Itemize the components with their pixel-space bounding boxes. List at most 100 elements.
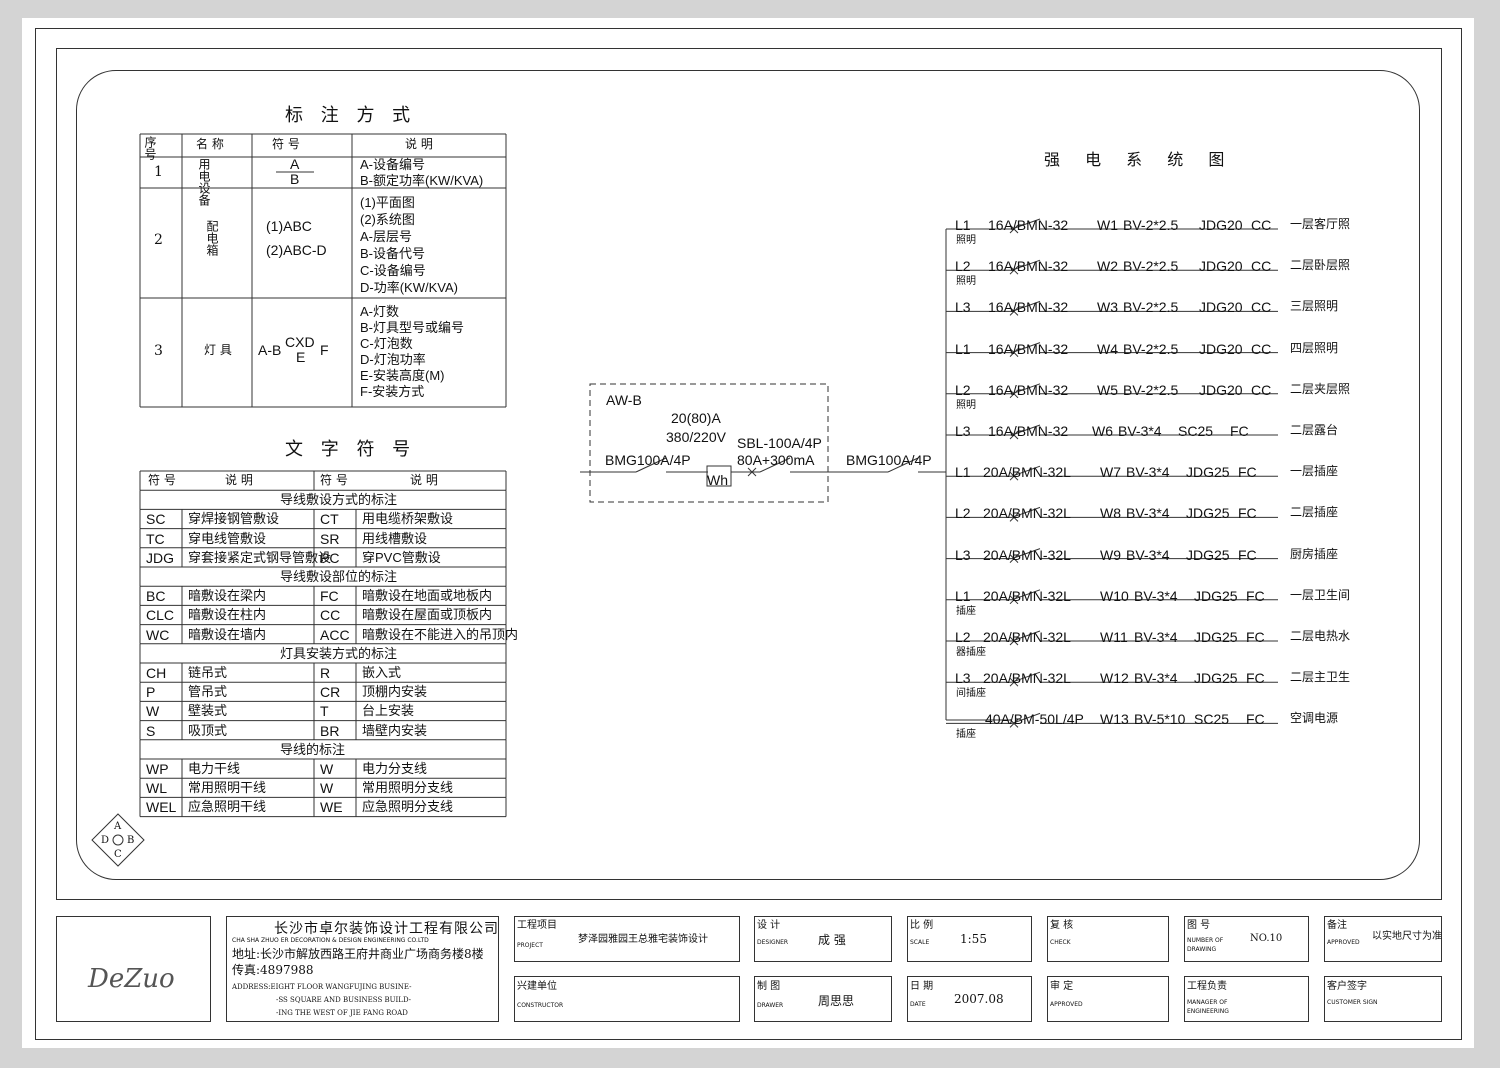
circuit-breaker: 16A/BMN-32	[988, 299, 1069, 316]
circuit-group: 间插座	[956, 688, 986, 700]
symbol-code: CT	[320, 511, 339, 528]
symbol-code: TC	[146, 530, 165, 547]
legend-symbol-bottom: B	[290, 171, 300, 187]
symbol-desc: 吸顶式	[188, 722, 228, 738]
company-address-en: -SS SQUARE AND BUSINESS BUILD-	[276, 996, 412, 1004]
circuit-wire: W3	[1097, 299, 1118, 316]
legend-symbol: CXD	[285, 334, 315, 350]
scale-value: 1:55	[960, 932, 987, 946]
circuit-group: 插座	[956, 605, 976, 617]
circuit-laying: FC	[1246, 587, 1265, 604]
circuit-usage: 二层卧层照	[1290, 258, 1351, 273]
circuit-wire: W10	[1100, 587, 1129, 604]
circuit-pipe: JDG25	[1186, 464, 1230, 481]
compass-label-c: C	[114, 849, 122, 860]
circuit-usage: 四层照明	[1290, 340, 1339, 355]
drawing-number-label: 图 号	[1187, 920, 1211, 931]
client-sign-label-en: CUSTOMER SIGN	[1327, 999, 1378, 1006]
circuit-pipe: JDG25	[1186, 546, 1230, 563]
symbol-code: SR	[320, 530, 340, 547]
circuit-laying: FC	[1246, 711, 1265, 728]
legend-desc-line: B-设备代号	[360, 246, 426, 261]
circuit-breaker: 20A/BMN-32L	[983, 670, 1071, 687]
legend-desc-line: B-额定功率(KW/KVA)	[360, 173, 484, 188]
legend-header-name: 名 称	[196, 137, 224, 151]
circuit-wire: W2	[1097, 258, 1118, 275]
check-label-en: CHECK	[1050, 939, 1071, 946]
symbol-desc: 常用照明分支线	[362, 780, 454, 796]
circuit-breaker: 20A/BMN-32L	[983, 505, 1071, 522]
legend-desc-line: A-灯数	[360, 304, 400, 319]
legend-row-name: 用电设备	[197, 158, 211, 206]
circuit-wire: W1	[1097, 217, 1118, 233]
circuit-phase: L1	[955, 587, 971, 604]
symbol-desc: 暗敷设在不能进入的吊顶内	[362, 626, 519, 642]
circuit-usage: 空调电源	[1290, 711, 1339, 726]
circuit-laying: CC	[1251, 299, 1272, 316]
symbol-code: WC	[146, 626, 170, 643]
circuit-spec: BV-2*2.5	[1123, 340, 1179, 357]
symbol-code: JDG	[146, 549, 174, 566]
section-title: 灯具安装方式的标注	[280, 645, 398, 661]
manager-label: 工程负责	[1187, 981, 1227, 992]
circuit-laying: CC	[1251, 258, 1272, 275]
circuit-laying: FC	[1246, 670, 1265, 687]
symbol-code: CC	[320, 607, 341, 624]
circuit-group: 照明	[956, 276, 976, 288]
circuit-spec: BV-3*4	[1134, 587, 1178, 604]
legend-desc-line: B-灯具型号或编号	[360, 320, 465, 335]
symbol-code: WP	[146, 761, 169, 777]
circuit-spec: BV-3*4	[1126, 546, 1170, 563]
circuit-phase: L2	[955, 505, 971, 522]
symbol-code: WEL	[146, 799, 177, 816]
constructor-label: 兴建单位	[517, 981, 557, 992]
kwh-meter: Wh	[707, 472, 728, 488]
circuit-laying: FC	[1238, 464, 1257, 481]
legend-symbol: (1)ABC	[266, 218, 312, 234]
date-label: 日 期	[910, 981, 934, 992]
legend-symbol: A-B	[258, 342, 282, 358]
compass-center	[112, 834, 124, 846]
circuit-phase: L2	[955, 258, 971, 275]
legend-desc-line: F-安装方式	[360, 384, 425, 399]
symbol-code: PC	[320, 549, 340, 566]
circuit-usage: 一层卫生间	[1290, 587, 1351, 602]
circuit-wire: W8	[1100, 505, 1121, 522]
symbol-code: SC	[146, 511, 166, 528]
symbol-desc: 暗敷设在屋面或顶板内	[362, 607, 493, 623]
circuit-laying: CC	[1251, 340, 1272, 357]
legend-desc-line: D-灯泡功率	[360, 352, 426, 367]
company-logo: DeZuo	[88, 964, 175, 994]
approved-label-en: APPROVED	[1050, 1001, 1083, 1008]
circuit-laying: FC	[1230, 423, 1249, 439]
circuit-wire: W7	[1100, 464, 1121, 481]
company-address-cn: 地址:长沙市解放西路王府井商业广场商务楼8楼	[232, 947, 484, 961]
circuit-wire: W9	[1100, 546, 1121, 563]
symbol-code: R	[320, 665, 331, 681]
circuit-breaker: 16A/BMN-32	[988, 381, 1069, 398]
compass-label-a: A	[114, 821, 122, 832]
circuit-spec: BV-2*2.5	[1123, 381, 1179, 398]
symbol-code: CR	[320, 684, 341, 701]
circuit-wire: W4	[1097, 340, 1118, 357]
circuit-group: 插座	[956, 729, 976, 741]
circuit-usage: 二层电热水	[1290, 629, 1351, 643]
symbols-title: 文 字 符 号	[285, 439, 417, 460]
circuit-usage: 二层夹层照	[1290, 381, 1351, 396]
circuit-phase: L3	[955, 670, 971, 687]
circuit-phase: L2	[955, 381, 971, 398]
circuit-group: 器插座	[956, 647, 986, 658]
circuit-pipe: SC25	[1194, 711, 1230, 728]
project-label: 工程项目	[517, 920, 557, 931]
circuit-spec: BV-3*4	[1134, 670, 1178, 687]
legend-desc-line: (1)平面图	[360, 195, 415, 210]
legend-title: 标 注 方 式	[285, 105, 417, 126]
circuit-pipe: JDG20	[1199, 258, 1243, 275]
project-label-en: PROJECT	[517, 942, 543, 949]
symbol-code: FC	[320, 588, 339, 605]
symbol-code: ACC	[320, 626, 350, 643]
legend-row-no: 1	[154, 164, 163, 180]
symbols-header-sym: 符 号	[320, 473, 348, 487]
symbol-desc: 暗敷设在地面或地板内	[362, 588, 493, 604]
circuit-group: 照明	[956, 235, 976, 246]
